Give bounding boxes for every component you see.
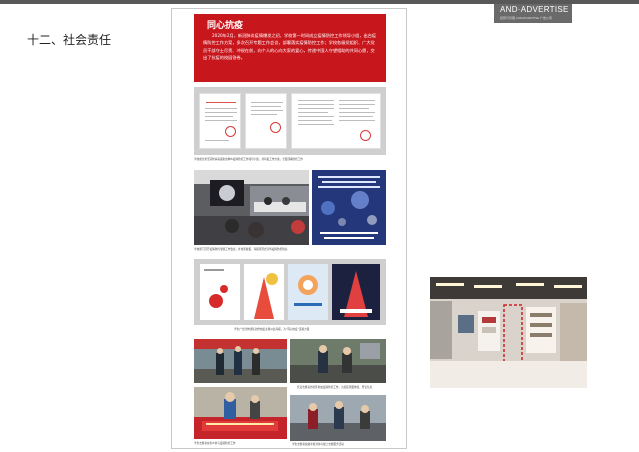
photo-caption: 党员志愿者到社区参加疫情防控工作，为居民测量体温、登记信息 (297, 386, 373, 389)
banner-title: 同心抗疫 (207, 21, 244, 31)
volunteer-photo (194, 387, 287, 439)
volunteer-photo (194, 339, 287, 383)
student-posters-panel (194, 259, 386, 325)
photo-caption: 学校部门召开疫情防控专题工作会议，并用黑板报、海报等形式宣传疫情防控知识 (194, 248, 288, 251)
volunteer-photo (290, 395, 386, 441)
poster-banner: 同心抗疫 2020年2月，新冠肺炎疫情爆发之初，学校第一时间成立疫情防控工作领导… (194, 14, 386, 82)
section-title: 十二、社会责任 (27, 33, 112, 47)
photo-caption: 学生广告创作团队创作抗疫主题公益海报，为“同心抗疫”贡献力量 (234, 328, 310, 331)
meeting-photo (194, 170, 309, 245)
logo-text: AND·ADVERTISE (500, 5, 569, 14)
documents-panel (194, 87, 386, 155)
photo-caption: 学生志愿者在家乡参与疫情防控工作 (194, 442, 236, 445)
document-image (291, 93, 381, 149)
logo-subtext: 经营与管理 ANDADVERTISE 广告公司 (500, 16, 552, 20)
blue-poster (312, 170, 386, 245)
document-image (199, 93, 241, 149)
photo-caption: 学生志愿者绩效考核并参与线上志愿服务活动 (292, 443, 344, 446)
banner-text: 2020年2月，新冠肺炎疫情爆发之初，学校第一时间成立疫情防控工作领导小组，出台… (203, 33, 377, 61)
document-image (245, 93, 287, 149)
brand-logo: AND·ADVERTISE 经营与管理 ANDADVERTISE 广告公司 (494, 4, 572, 23)
exhibition-hall-photo (430, 277, 587, 388)
photo-caption: 学校成立新型冠状病毒感染的肺炎疫情防控工作领导小组，并印发工作方案，全面部署防控… (194, 158, 303, 161)
volunteer-photo (290, 339, 386, 383)
anti-epidemic-poster: 同心抗疫 2020年2月，新冠肺炎疫情爆发之初，学校第一时间成立疫情防控工作领导… (171, 8, 407, 449)
